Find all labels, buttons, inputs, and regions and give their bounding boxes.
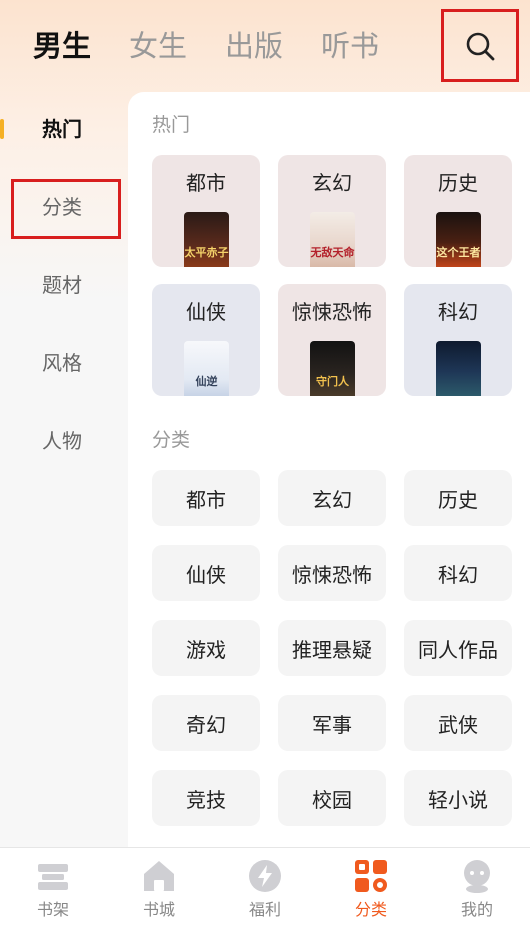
- hot-card-jingsong[interactable]: 惊悚恐怖 守门人: [278, 284, 386, 396]
- hot-card-label: 科幻: [438, 300, 478, 324]
- hot-card-xuanhuan[interactable]: 玄幻 无敌天命: [278, 155, 386, 267]
- category-button-xiaoyuan[interactable]: 校园: [278, 770, 386, 826]
- book-cover: 这个王者: [436, 212, 481, 267]
- nav-welfare[interactable]: 福利: [212, 848, 318, 925]
- hot-section-title: 热门: [152, 114, 191, 136]
- category-button-youxi[interactable]: 游戏: [152, 620, 260, 676]
- category-button-kehuan[interactable]: 科幻: [404, 545, 512, 601]
- tab-female[interactable]: 女生: [129, 27, 187, 65]
- tab-audiobook[interactable]: 听书: [321, 27, 379, 65]
- category-button-tuili[interactable]: 推理悬疑: [278, 620, 386, 676]
- bookshelf-icon: [38, 864, 68, 890]
- nav-label: 书架: [36, 900, 69, 919]
- category-button-jingji[interactable]: 竞技: [152, 770, 260, 826]
- sidebar-category-highlight: [11, 179, 121, 239]
- book-cover: 无敌天命: [310, 212, 355, 267]
- hot-card-lishi[interactable]: 历史 这个王者: [404, 155, 512, 267]
- category-button-tongren[interactable]: 同人作品: [404, 620, 512, 676]
- hot-card-label: 仙侠: [186, 300, 226, 324]
- category-button-xuanhuan[interactable]: 玄幻: [278, 470, 386, 526]
- home-icon: [144, 861, 174, 891]
- hot-card-label: 惊悚恐怖: [292, 300, 372, 324]
- hot-card-label: 都市: [186, 171, 226, 195]
- book-cover: 仙逆: [184, 341, 229, 396]
- content-panel: 热门 都市 太平赤子 玄幻 无敌天命 历史 这个王者 仙侠 仙逆 惊悚恐怖 守门…: [128, 92, 530, 847]
- sidebar-item-style[interactable]: 风格: [0, 348, 124, 378]
- category-button-wuxia[interactable]: 武侠: [404, 695, 512, 751]
- category-button-xianxia[interactable]: 仙侠: [152, 545, 260, 601]
- category-button-lishi[interactable]: 历史: [404, 470, 512, 526]
- category-grid-icon: [355, 860, 387, 892]
- search-icon: [466, 32, 495, 60]
- hot-card-label: 玄幻: [312, 171, 352, 195]
- hot-card-label: 历史: [438, 171, 478, 195]
- hot-card-dushi[interactable]: 都市 太平赤子: [152, 155, 260, 267]
- profile-icon: [464, 860, 490, 893]
- hot-card-kehuan[interactable]: 科幻: [404, 284, 512, 396]
- sidebar-item-character[interactable]: 人物: [0, 426, 124, 456]
- nav-label: 我的: [460, 900, 493, 919]
- category-section-title: 分类: [152, 429, 191, 451]
- book-cover: [436, 341, 481, 396]
- tab-male[interactable]: 男生: [33, 27, 91, 65]
- hot-card-xianxia[interactable]: 仙侠 仙逆: [152, 284, 260, 396]
- tab-publish[interactable]: 出版: [225, 27, 283, 65]
- bottom-navigation: 书架 书城 福利 分类 我的: [0, 847, 530, 925]
- book-cover: 太平赤子: [184, 212, 229, 267]
- category-button-junshi[interactable]: 军事: [278, 695, 386, 751]
- nav-bookstore[interactable]: 书城: [106, 848, 212, 925]
- category-button-dushi[interactable]: 都市: [152, 470, 260, 526]
- lightning-icon: [249, 860, 281, 892]
- category-button-qingxiaoshuo[interactable]: 轻小说: [404, 770, 512, 826]
- nav-label: 分类: [354, 900, 387, 919]
- top-header: 男生 女生 出版 听书: [0, 0, 530, 92]
- nav-label: 福利: [248, 900, 281, 919]
- book-cover: 守门人: [310, 341, 355, 396]
- nav-label: 书城: [142, 900, 175, 919]
- category-button-qihuan[interactable]: 奇幻: [152, 695, 260, 751]
- nav-bookshelf[interactable]: 书架: [0, 848, 106, 925]
- search-button[interactable]: [441, 9, 519, 82]
- sidebar-item-theme[interactable]: 题材: [0, 270, 124, 300]
- sidebar-item-hot[interactable]: 热门: [0, 114, 124, 144]
- category-button-jingsong[interactable]: 惊悚恐怖: [278, 545, 386, 601]
- nav-profile[interactable]: 我的: [424, 848, 530, 925]
- nav-category[interactable]: 分类: [318, 848, 424, 925]
